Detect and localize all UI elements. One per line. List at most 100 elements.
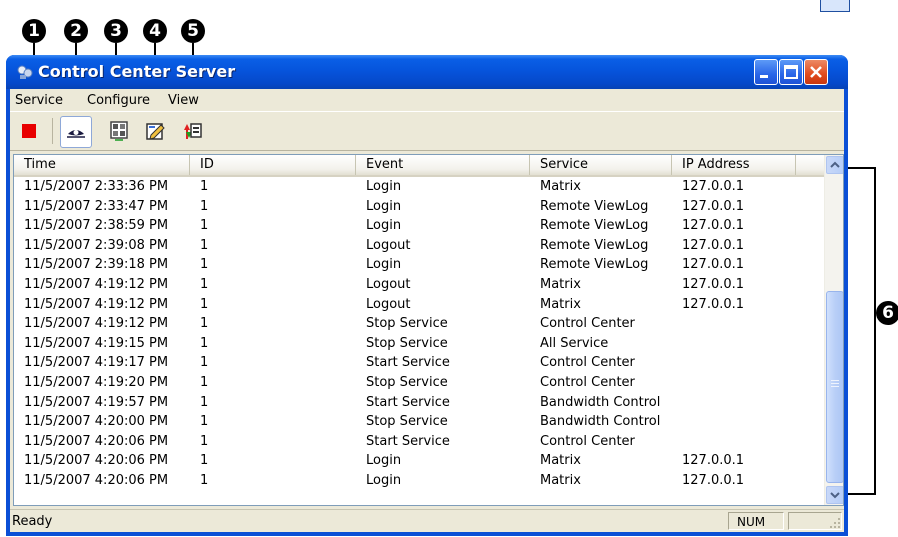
column-header-event[interactable]: Event: [356, 155, 530, 175]
table-row[interactable]: 11/5/2007 2:33:47 PM 1 Login Remote ViewLog…: [14, 197, 824, 217]
menu-view[interactable]: View: [168, 93, 199, 108]
column-header-time[interactable]: Time: [14, 155, 190, 175]
scroll-thumb[interactable]: [826, 291, 843, 483]
row-service: Bandwidth Control: [540, 414, 661, 430]
minimize-button[interactable]: [754, 59, 778, 85]
app-icon: [17, 65, 33, 79]
row-id: 1: [200, 277, 209, 292]
table-row[interactable]: 11/5/2007 4:20:06 PM 1 Login Matrix 127.0.0.…: [14, 471, 824, 491]
row-service: All Service: [540, 335, 609, 351]
row-id: 1: [200, 394, 209, 410]
row-time: 11/5/2007 4:20:06 PM: [24, 453, 169, 469]
row-event: Logout: [366, 237, 411, 253]
table-row[interactable]: 11/5/2007 4:20:06 PM 1 Start Service Contro…: [14, 432, 824, 452]
row-time: 11/5/2007 4:20:06 PM: [24, 433, 169, 449]
row-event: Login: [366, 473, 402, 488]
callout-2: 2: [64, 19, 88, 43]
row-event: Stop Service: [366, 335, 448, 351]
menu-bar: Service Configure View: [10, 89, 844, 111]
table-row[interactable]: 11/5/2007 2:39:08 PM 1 Logout Remote ViewLo…: [14, 236, 824, 256]
table-row[interactable]: 11/5/2007 2:33:36 PM 1 Login Matrix 127.0.0.…: [14, 177, 824, 197]
table-row[interactable]: 11/5/2007 4:19:15 PM 1 Stop Service All Ser…: [14, 334, 824, 354]
row-event: Start Service: [366, 394, 450, 410]
row-event: Stop Service: [366, 414, 448, 430]
stop-service-button[interactable]: [16, 118, 42, 144]
row-id: 1: [200, 179, 209, 194]
callout-1: 1: [22, 19, 46, 43]
callout-6: 6: [876, 301, 898, 325]
table-row[interactable]: 11/5/2007 4:19:12 PM 1 Logout Matrix 127.0.0…: [14, 295, 824, 315]
close-icon: [810, 66, 822, 78]
row-event: Login: [366, 198, 402, 214]
column-header-service[interactable]: Service: [530, 155, 672, 175]
row-ip-address: 127.0.0.1: [682, 473, 745, 488]
row-id: 1: [200, 296, 209, 312]
row-time: 11/5/2007 2:38:59 PM: [24, 218, 169, 234]
table-row[interactable]: 11/5/2007 4:19:20 PM 1 Stop Service Control…: [14, 373, 824, 393]
row-service: Matrix: [540, 296, 581, 312]
row-ip-address: 127.0.0.1: [682, 453, 745, 469]
toolbar-separator: [52, 118, 53, 144]
transfer-button[interactable]: [178, 118, 204, 144]
event-log-button[interactable]: [60, 116, 92, 148]
row-service: Bandwidth Control: [540, 394, 661, 410]
event-list[interactable]: Time ID Event Service IP Address 11/5/20…: [13, 154, 844, 506]
row-service: Control Center: [540, 433, 635, 449]
close-button[interactable]: [804, 59, 828, 85]
resize-grip-icon[interactable]: [828, 516, 842, 530]
up-down-arrows-icon: [184, 123, 202, 139]
row-time: 11/5/2007 4:19:12 PM: [24, 316, 169, 332]
minimize-icon: [760, 75, 768, 78]
edit-settings-button[interactable]: [142, 118, 168, 144]
row-event: Stop Service: [366, 375, 448, 390]
table-row[interactable]: 11/5/2007 4:19:12 PM 1 Stop Service Control…: [14, 314, 824, 334]
table-row[interactable]: 11/5/2007 2:38:59 PM 1 Login Remote ViewLog…: [14, 216, 824, 236]
stop-square-icon: [22, 124, 36, 138]
monitor-button[interactable]: [106, 118, 132, 144]
row-event: Logout: [366, 296, 411, 312]
title-bar[interactable]: Control Center Server: [6, 55, 848, 89]
row-event: Stop Service: [366, 316, 448, 332]
table-row[interactable]: 11/5/2007 4:19:17 PM 1 Start Service Contro…: [14, 353, 824, 373]
row-service: Control Center: [540, 375, 635, 390]
row-ip-address: 127.0.0.1: [682, 179, 745, 194]
row-id: 1: [200, 473, 209, 488]
list-header: Time ID Event Service IP Address: [14, 155, 824, 177]
table-row[interactable]: 11/5/2007 4:20:06 PM 1 Login Matrix 127.0.0.…: [14, 451, 824, 471]
scroll-down-button[interactable]: [826, 486, 843, 504]
row-service: Matrix: [540, 473, 581, 488]
row-event: Login: [366, 218, 402, 234]
row-event: Start Service: [366, 433, 450, 449]
row-event: Login: [366, 257, 402, 273]
row-event: Login: [366, 453, 402, 469]
row-time: 11/5/2007 4:19:12 PM: [24, 277, 169, 292]
scroll-up-button[interactable]: [826, 156, 843, 174]
column-header-id[interactable]: ID: [190, 155, 356, 175]
row-ip-address: 127.0.0.1: [682, 296, 745, 312]
maximize-button[interactable]: [779, 59, 803, 85]
row-id: 1: [200, 375, 209, 390]
row-service: Control Center: [540, 355, 635, 371]
menu-service[interactable]: Service: [15, 93, 63, 108]
row-ip-address: 127.0.0.1: [682, 277, 745, 292]
row-id: 1: [200, 316, 209, 332]
callout-4: 4: [143, 19, 167, 43]
row-event: Logout: [366, 277, 411, 292]
row-service: Remote ViewLog: [540, 218, 649, 234]
menu-configure[interactable]: Configure: [87, 93, 150, 108]
row-time: 11/5/2007 2:33:36 PM: [24, 179, 169, 194]
row-ip-address: 127.0.0.1: [682, 198, 745, 214]
table-row[interactable]: 11/5/2007 4:20:00 PM 1 Stop Service Bandwid…: [14, 412, 824, 432]
window-client: Service Configure View Time ID Event Ser…: [10, 89, 844, 532]
vertical-scrollbar[interactable]: [824, 155, 843, 505]
row-id: 1: [200, 414, 209, 430]
status-bar: Ready NUM: [10, 509, 844, 533]
column-header-ip-address[interactable]: IP Address: [672, 155, 796, 175]
row-id: 1: [200, 433, 209, 449]
toolbar: [10, 111, 844, 151]
row-time: 11/5/2007 4:20:00 PM: [24, 414, 169, 430]
table-row[interactable]: 11/5/2007 2:39:18 PM 1 Login Remote ViewLog…: [14, 255, 824, 275]
table-row[interactable]: 11/5/2007 4:19:12 PM 1 Logout Matrix 127.0.0…: [14, 275, 824, 295]
row-ip-address: 127.0.0.1: [682, 237, 745, 253]
table-row[interactable]: 11/5/2007 4:19:57 PM 1 Start Service Bandwi…: [14, 393, 824, 413]
